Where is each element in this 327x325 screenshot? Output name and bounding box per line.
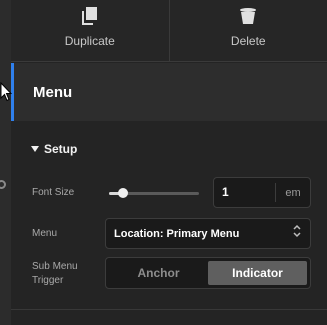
- anchor-option[interactable]: Anchor: [109, 261, 208, 285]
- font-size-label: Font Size: [32, 187, 75, 198]
- setup-label: Setup: [44, 142, 78, 156]
- action-bar: Duplicate Delete: [11, 0, 327, 62]
- duplicate-button[interactable]: Duplicate: [11, 0, 169, 61]
- trash-icon: [240, 6, 257, 26]
- duplicate-icon: [81, 6, 98, 26]
- section-title: Menu: [33, 83, 73, 101]
- font-size-unit[interactable]: em: [276, 187, 310, 199]
- left-edge-strip: [0, 0, 11, 325]
- section-header: Menu: [11, 63, 327, 121]
- mouse-cursor-icon: [0, 82, 12, 102]
- duplicate-label: Duplicate: [64, 34, 115, 48]
- sub-menu-trigger-toggle: Anchor Indicator: [105, 257, 311, 289]
- sub-menu-trigger-label: Sub Menu Trigger: [32, 260, 78, 288]
- sub-menu-trigger-label-line2: Trigger: [32, 275, 64, 286]
- menu-label: Menu: [32, 228, 58, 239]
- properties-panel: Duplicate Delete Menu Setup Font Size 1 …: [11, 0, 327, 325]
- indicator-option[interactable]: Indicator: [208, 261, 307, 285]
- caret-down-icon: [31, 146, 39, 152]
- font-size-input[interactable]: 1 em: [213, 177, 311, 208]
- font-size-value[interactable]: 1: [214, 183, 276, 202]
- menu-selected-value: Location: Primary Menu: [114, 227, 240, 240]
- resize-handle[interactable]: [0, 180, 6, 189]
- divider: [11, 309, 327, 310]
- delete-button[interactable]: Delete: [168, 0, 327, 61]
- delete-label: Delete: [230, 34, 266, 48]
- menu-select[interactable]: Location: Primary Menu: [105, 218, 311, 249]
- updown-chevron-icon: [292, 224, 302, 243]
- slider-thumb[interactable]: [117, 188, 128, 198]
- sub-menu-trigger-label-line1: Sub Menu: [32, 261, 78, 272]
- font-size-slider[interactable]: [109, 188, 199, 198]
- setup-toggle[interactable]: Setup: [31, 142, 77, 156]
